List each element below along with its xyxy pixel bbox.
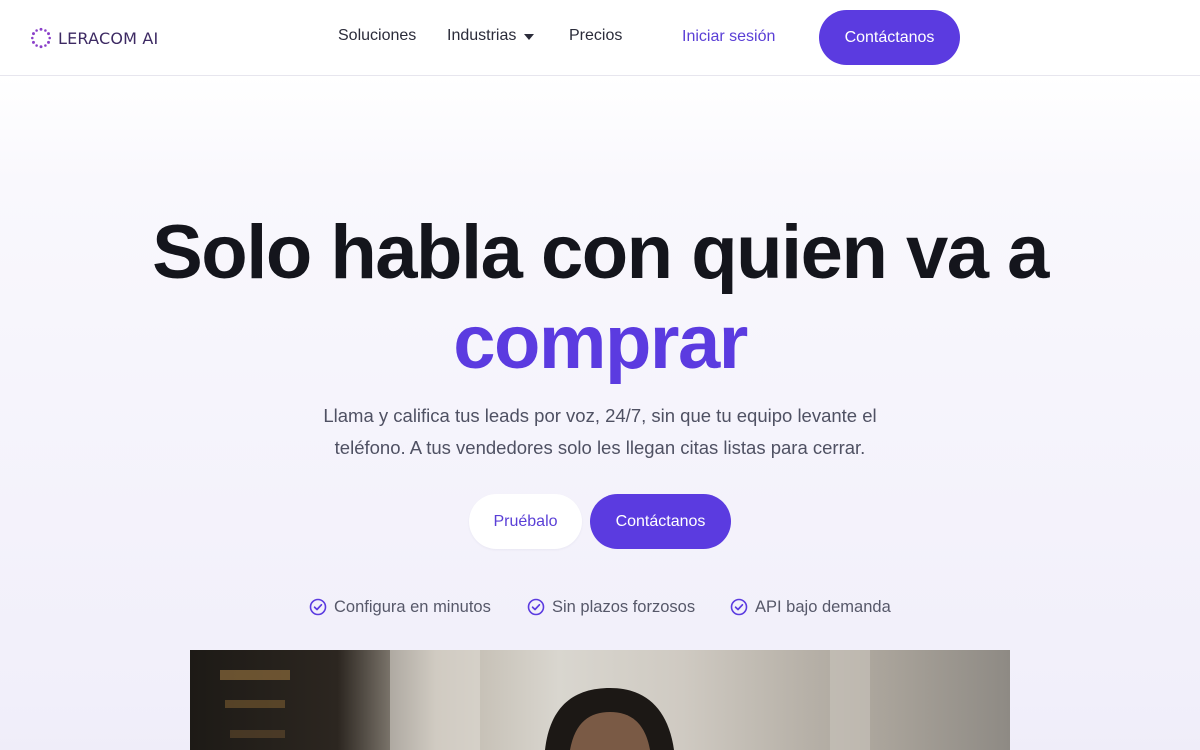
hero-title-line1: Solo habla con quien va a <box>152 210 1049 295</box>
hero-title-accent: comprar <box>453 300 748 385</box>
check-circle-icon <box>730 598 748 616</box>
nav-soluciones[interactable]: Soluciones <box>338 27 416 45</box>
check-circle-icon <box>527 598 545 616</box>
brand-logo[interactable]: LERACOM AI <box>30 26 158 50</box>
header-contact-button[interactable]: Contáctanos <box>819 10 960 65</box>
nav-industrias-label: Industrias <box>447 27 517 44</box>
nav-industrias[interactable]: Industrias <box>447 27 535 45</box>
brand-name: LERACOM AI <box>58 28 159 48</box>
nav-precios[interactable]: Precios <box>569 27 622 45</box>
hero-photo <box>190 650 1010 750</box>
feature-item: Sin plazos forzosos <box>527 596 695 618</box>
feature-label: Sin plazos forzosos <box>552 597 696 616</box>
hero-title: Solo habla con quien va a comprar <box>0 208 1200 388</box>
caret-down-icon <box>524 34 535 40</box>
feature-item: API bajo demanda <box>730 596 891 618</box>
hero-photo-illustration <box>220 650 870 750</box>
feature-label: API bajo demanda <box>755 597 891 616</box>
hero-contact-button[interactable]: Contáctanos <box>590 494 731 549</box>
site-header: LERACOM AI Soluciones Industrias Precios… <box>0 0 1200 76</box>
check-circle-icon <box>309 598 327 616</box>
feature-label: Configura en minutos <box>334 597 491 616</box>
dotted-ring-logo-icon <box>31 27 51 49</box>
hero-subtitle: Llama y califica tus leads por voz, 24/7… <box>323 405 877 458</box>
feature-item: Configura en minutos <box>309 596 491 618</box>
try-button[interactable]: Pruébalo <box>469 494 582 549</box>
login-link[interactable]: Iniciar sesión <box>682 28 775 46</box>
